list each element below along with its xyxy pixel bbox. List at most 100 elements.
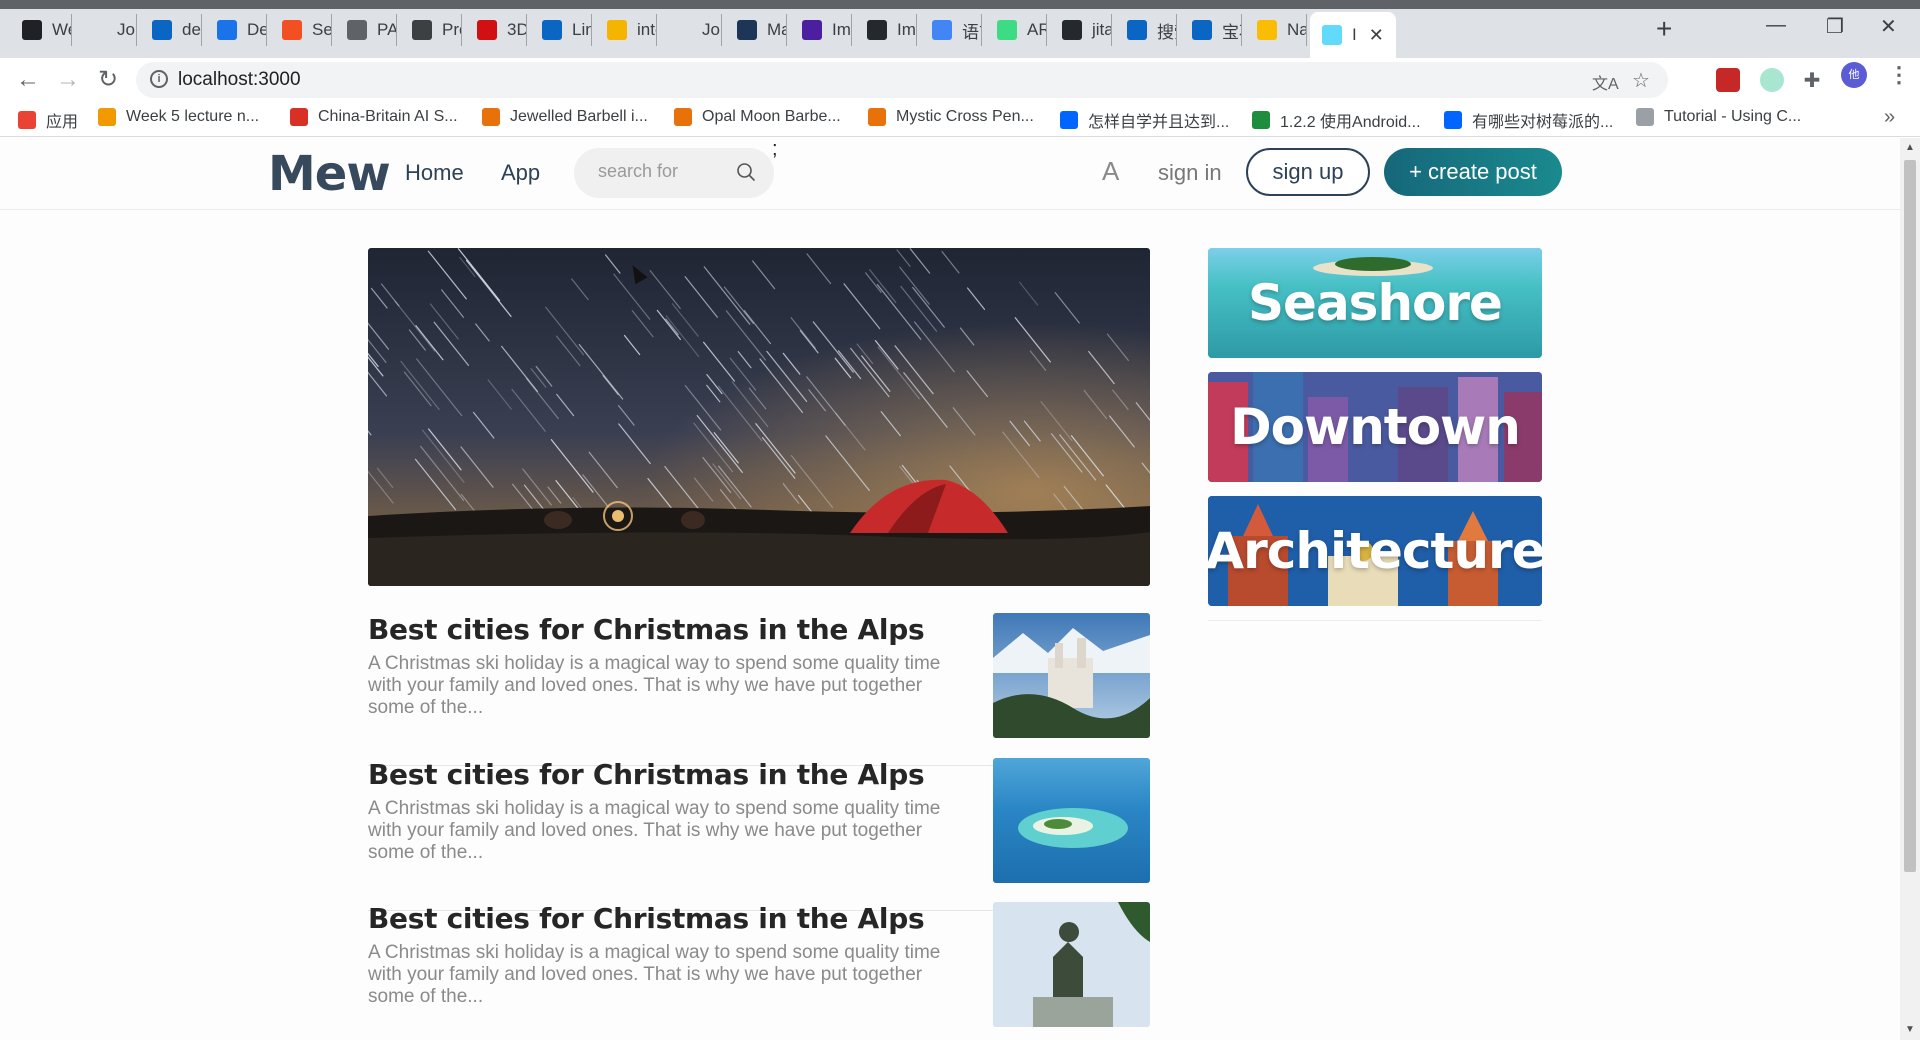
- minimize-icon[interactable]: —: [1766, 14, 1786, 37]
- nav-home-link[interactable]: Home: [405, 160, 464, 186]
- bookmark-item[interactable]: Jewelled Barbell i...: [482, 108, 648, 126]
- bookmark-item[interactable]: 1.2.2 使用Android...: [1252, 108, 1421, 132]
- bookmark-label: 应用: [46, 114, 79, 131]
- bookmark-label: China-Britain AI S...: [318, 108, 458, 125]
- browser-tab[interactable]: Nat: [1245, 14, 1307, 46]
- browser-tab[interactable]: 搜索: [1115, 14, 1177, 46]
- figure-icon: [217, 20, 237, 40]
- tab-label: Sea: [312, 20, 332, 39]
- category-card[interactable]: Architecture: [1208, 496, 1542, 606]
- bookmark-favicon-icon: [290, 108, 308, 126]
- browser-tab[interactable]: 语言: [920, 14, 982, 46]
- profile-avatar[interactable]: 他: [1841, 62, 1867, 88]
- bookmark-item[interactable]: 应用: [18, 108, 78, 132]
- article-thumbnail[interactable]: [993, 758, 1150, 883]
- bookmark-item[interactable]: Opal Moon Barbe...: [674, 108, 841, 126]
- scrollbar[interactable]: ▲ ▼: [1900, 138, 1920, 1040]
- browser-tab[interactable]: I ✕: [1310, 12, 1396, 58]
- search-box[interactable]: [574, 148, 774, 198]
- article-title[interactable]: Best cities for Christmas in the Alps: [368, 613, 925, 646]
- linkedin-icon: [1127, 20, 1147, 40]
- browser-tab[interactable]: 3D: [465, 14, 527, 46]
- browser-tab[interactable]: inte: [595, 14, 657, 46]
- browser-tab[interactable]: Sea: [270, 14, 332, 46]
- bookmark-star-icon[interactable]: ☆: [1632, 68, 1650, 93]
- address-bar[interactable]: i localhost:3000 ☆ 文A: [136, 62, 1668, 98]
- scroll-down-icon[interactable]: ▼: [1905, 1024, 1915, 1035]
- bookmark-favicon-icon: [868, 108, 886, 126]
- browser-tab[interactable]: Des: [205, 14, 267, 46]
- browser-tab[interactable]: 宝石: [1180, 14, 1242, 46]
- tab-label: 宝石: [1222, 22, 1241, 42]
- back-icon[interactable]: ←: [12, 64, 44, 96]
- bookmark-label: Jewelled Barbell i...: [510, 108, 648, 125]
- site-logo[interactable]: Mew: [268, 146, 391, 202]
- nav-app-link[interactable]: App: [501, 160, 540, 186]
- browser-tab[interactable]: PA: [335, 14, 397, 46]
- article-item[interactable]: Best cities for Christmas in the Alps A C…: [368, 902, 1150, 1040]
- linkedin-icon: [152, 20, 172, 40]
- forward-icon[interactable]: →: [52, 64, 84, 96]
- translate-icon[interactable]: 文A: [1592, 70, 1619, 94]
- browser-tab[interactable]: Job: [75, 14, 137, 46]
- article-thumbnail[interactable]: [993, 613, 1150, 738]
- browser-tab[interactable]: Wel: [10, 14, 72, 46]
- article-title[interactable]: Best cities for Christmas in the Alps: [368, 902, 925, 935]
- scroll-thumb[interactable]: [1904, 160, 1916, 872]
- reload-icon[interactable]: ↻: [92, 64, 124, 96]
- bookmark-item[interactable]: Mystic Cross Pen...: [868, 108, 1034, 126]
- article-thumbnail[interactable]: [993, 902, 1150, 1027]
- bookmark-item[interactable]: Tutorial - Using C...: [1636, 108, 1801, 126]
- tab-strip: Wel Job des Des Sea PA Pro 3D Link inte Job Mar Imp I…: [0, 0, 1920, 58]
- url-text[interactable]: localhost:3000: [178, 69, 301, 91]
- article-item[interactable]: Best cities for Christmas in the Alps A C…: [368, 758, 1150, 911]
- browser-menu-icon[interactable]: ⋮: [1888, 62, 1910, 88]
- linkedin-icon: [1192, 20, 1212, 40]
- bookmark-favicon-icon: [18, 111, 36, 129]
- sign-up-button[interactable]: sign up: [1246, 148, 1370, 196]
- star-trails-camping-image: [368, 248, 1150, 586]
- font-size-icon[interactable]: A: [1102, 156, 1119, 187]
- tab-label: Pro: [442, 20, 461, 39]
- browser-tab[interactable]: jitac: [1050, 14, 1112, 46]
- browser-tab[interactable]: Link: [530, 14, 592, 46]
- hero-image[interactable]: [368, 248, 1150, 586]
- bookmark-icon: [737, 20, 757, 40]
- close-window-icon[interactable]: ✕: [1880, 14, 1897, 39]
- scroll-up-icon[interactable]: ▲: [1905, 142, 1915, 153]
- site-info-icon[interactable]: i: [150, 70, 168, 88]
- sign-in-link[interactable]: sign in: [1158, 160, 1222, 186]
- browser-tab[interactable]: Imp: [790, 14, 852, 46]
- category-card[interactable]: Downtown: [1208, 372, 1542, 482]
- browser-tab[interactable]: Mar: [725, 14, 787, 46]
- extensions-puzzle-icon[interactable]: ✚: [1800, 68, 1824, 92]
- globe-icon: [347, 20, 367, 40]
- browser-tab[interactable]: Pro: [400, 14, 462, 46]
- browser-tab[interactable]: Imp: [855, 14, 917, 46]
- create-post-button[interactable]: + create post: [1384, 148, 1562, 196]
- bookmark-item[interactable]: Week 5 lecture n...: [98, 108, 259, 126]
- bookmark-item[interactable]: 有哪些对树莓派的...: [1444, 108, 1613, 132]
- search-icon[interactable]: [736, 162, 756, 182]
- bookmark-item[interactable]: China-Britain AI S...: [290, 108, 458, 126]
- note-icon: [1257, 20, 1277, 40]
- category-card[interactable]: Seashore: [1208, 248, 1542, 358]
- search-input[interactable]: [598, 161, 728, 182]
- browser-tab[interactable]: des: [140, 14, 202, 46]
- browser-tab[interactable]: Job: [660, 14, 722, 46]
- extension-icon[interactable]: [1760, 68, 1784, 92]
- bookmarks-more-button[interactable]: »: [1884, 106, 1895, 129]
- article-item[interactable]: Best cities for Christmas in the Alps A C…: [368, 613, 1150, 766]
- bookmark-label: Opal Moon Barbe...: [702, 108, 841, 125]
- restore-icon[interactable]: ❐: [1826, 14, 1844, 39]
- tab-label: des: [182, 20, 201, 39]
- extension-icon[interactable]: [1716, 68, 1740, 92]
- bookmark-favicon-icon: [674, 108, 692, 126]
- browser-tab[interactable]: ARM: [985, 14, 1047, 46]
- tab-label: Job: [702, 20, 721, 39]
- close-tab-icon[interactable]: ✕: [1369, 25, 1384, 46]
- article-title[interactable]: Best cities for Christmas in the Alps: [368, 758, 925, 791]
- bookmark-item[interactable]: 怎样自学并且达到...: [1060, 108, 1229, 132]
- new-tab-button[interactable]: +: [1656, 14, 1672, 44]
- category-label: Architecture: [1208, 522, 1542, 580]
